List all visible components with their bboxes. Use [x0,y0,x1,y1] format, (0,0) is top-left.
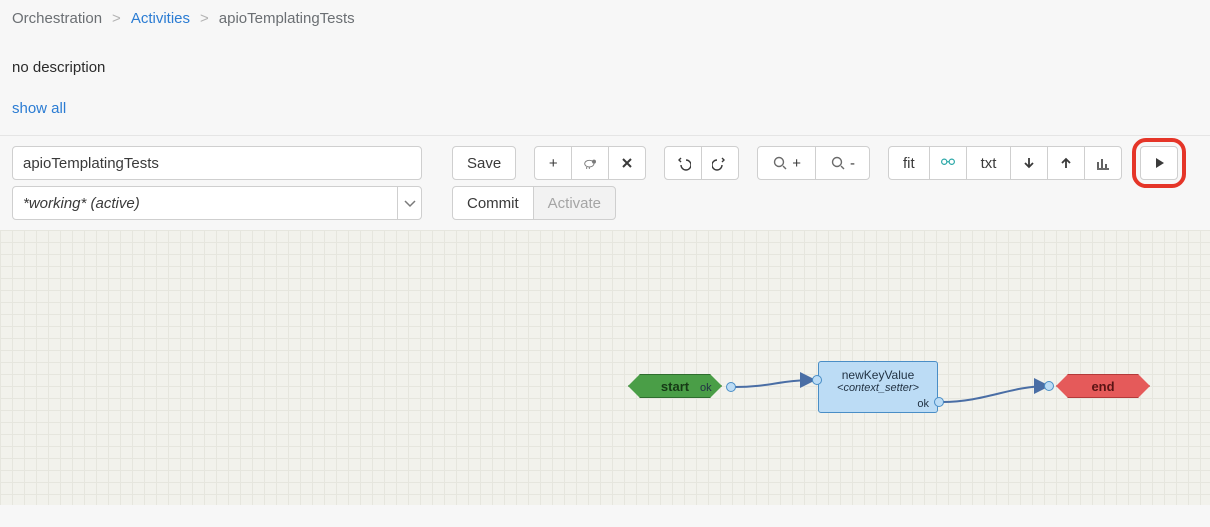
save-button[interactable]: Save [452,146,516,180]
activity-name-input[interactable] [12,146,422,180]
end-node[interactable]: end [1056,374,1150,398]
show-all-link[interactable]: show all [12,100,66,117]
preview-button[interactable] [929,146,967,180]
play-icon [1151,155,1167,171]
start-node-out-port[interactable] [726,382,736,392]
zoom-in-button[interactable]: + [757,146,816,180]
breadcrumb-root: Orchestration [12,10,102,27]
history-group [664,146,739,180]
clone-button[interactable] [571,146,609,180]
view-group: fit txt [888,146,1123,180]
x-icon [619,155,635,171]
sheep-icon [582,155,598,171]
activity-description: no description [12,59,1198,76]
fit-button[interactable]: fit [888,146,930,180]
download-button[interactable] [1010,146,1048,180]
edit-group: + [534,146,646,180]
node-label: end [1091,379,1114,394]
add-node-button[interactable]: + [534,146,572,180]
port-label: ok [700,382,712,394]
breadcrumb-activities-link[interactable]: Activities [131,10,190,27]
delete-button[interactable] [608,146,646,180]
end-node-in-port[interactable] [1044,381,1054,391]
workflow-links [0,230,1210,505]
node-title: newKeyValue [823,368,933,382]
arrow-up-icon [1058,155,1074,171]
glasses-icon [939,152,957,174]
breadcrumb-sep: > [112,10,121,27]
breadcrumb: Orchestration > Activities > apioTemplat… [12,10,1198,27]
chevron-down-icon [397,187,421,219]
magnifier-icon [772,155,788,171]
context-setter-out-port[interactable] [934,397,944,407]
node-label: start [661,379,689,394]
zoom-out-button[interactable]: - [815,146,870,180]
txt-button[interactable]: txt [966,146,1012,180]
breadcrumb-sep: > [200,10,209,27]
context-setter-node[interactable]: newKeyValue <context_setter> ok [818,361,938,413]
redo-button[interactable] [701,146,739,180]
version-select-label: *working* (active) [23,195,140,212]
toolbar: *working* (active) Save + [0,136,1210,230]
workflow-canvas[interactable]: start ok newKeyValue <context_setter> ok… [0,230,1210,505]
undo-icon [675,155,691,171]
run-button[interactable] [1140,146,1178,180]
stats-button[interactable] [1084,146,1122,180]
plus-icon: + [549,155,558,172]
version-select[interactable]: *working* (active) [12,186,422,220]
magnifier-icon [830,155,846,171]
node-subtitle: <context_setter> [823,382,933,394]
breadcrumb-current: apioTemplatingTests [219,10,355,27]
zoom-group: + - [757,146,870,180]
redo-icon [712,155,728,171]
context-setter-in-port[interactable] [812,375,822,385]
arrow-down-icon [1021,155,1037,171]
port-label: ok [917,398,929,410]
commit-button[interactable]: Commit [452,186,534,220]
undo-button[interactable] [664,146,702,180]
upload-button[interactable] [1047,146,1085,180]
bar-chart-icon [1095,155,1111,171]
activate-button: Activate [533,186,616,220]
